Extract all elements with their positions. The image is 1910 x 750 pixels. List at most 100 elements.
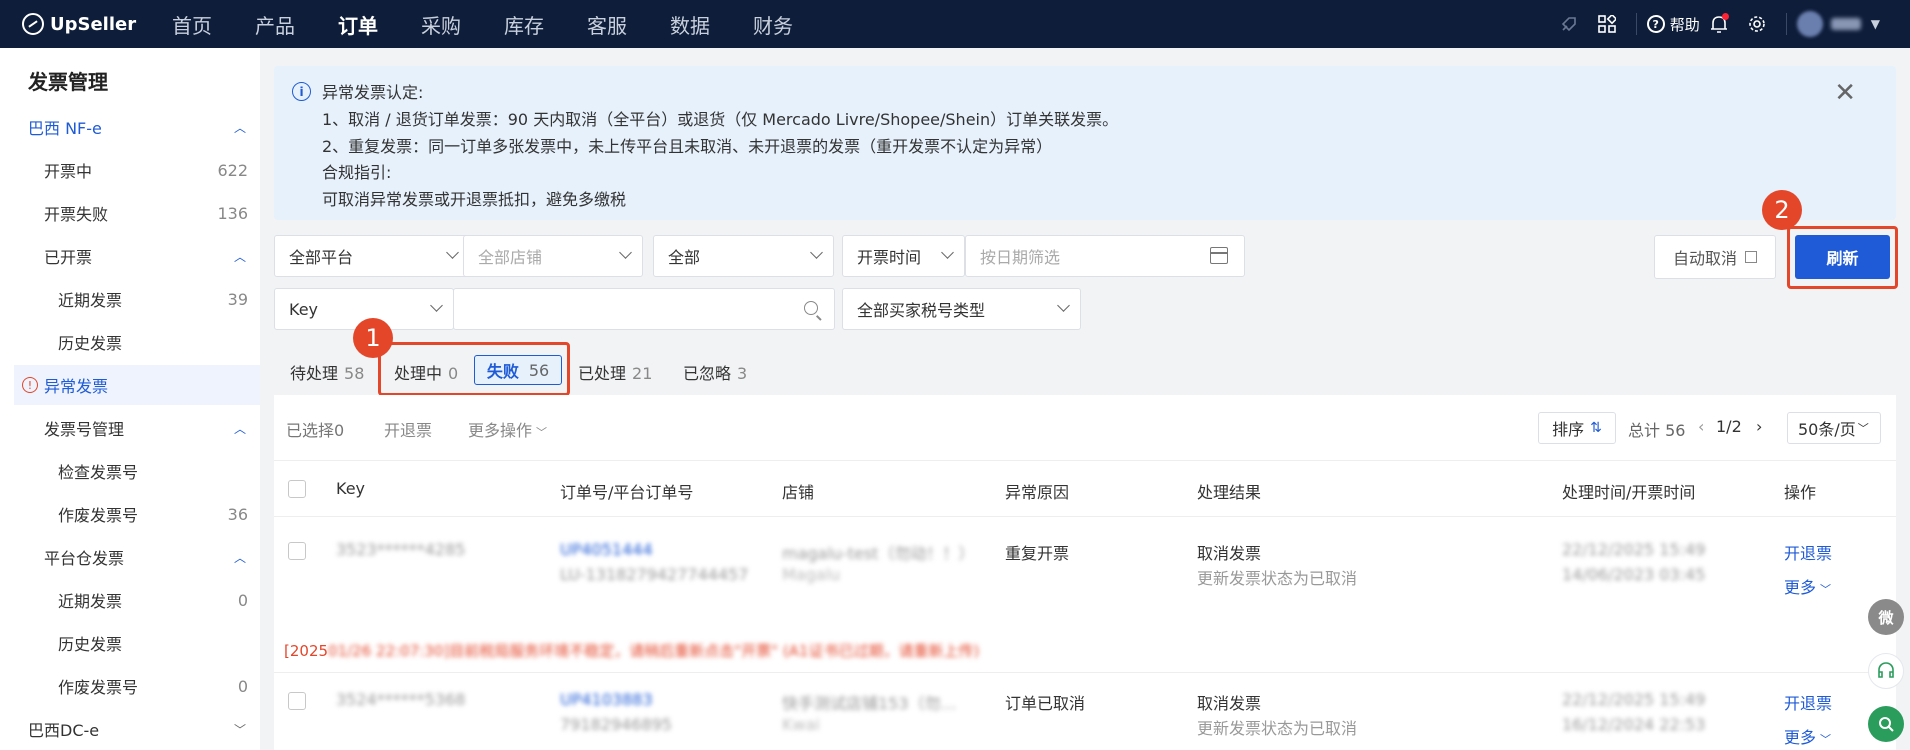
- status-select[interactable]: 全部: [653, 235, 834, 277]
- column-action: 操作: [1784, 483, 1817, 502]
- more-actions-dropdown[interactable]: 更多 ﹀: [1784, 724, 1831, 748]
- sidebar-item-invoice-failed[interactable]: 开票失败 136: [0, 193, 260, 233]
- cell-reason: 订单已取消: [1005, 694, 1086, 713]
- time-type-select[interactable]: 开票时间: [842, 235, 965, 277]
- tab-count: 58: [344, 364, 365, 383]
- prev-page-icon[interactable]: ‹: [1698, 417, 1704, 436]
- cell-store-platform: Kwai: [782, 715, 820, 734]
- sidebar-item-label: 近期发票: [58, 592, 123, 611]
- divider: [1785, 13, 1787, 35]
- chevron-down-icon: ﹀: [536, 426, 548, 439]
- search-float-icon[interactable]: [1868, 706, 1904, 742]
- highlight-box-1: [378, 342, 570, 396]
- error-prefix: [2025: [284, 642, 329, 660]
- refund-invoice-link[interactable]: 开退票: [1784, 690, 1832, 714]
- table-header: Key 订单号/平台订单号 店铺 异常原因 处理结果 处理时间/开票时间 操作: [274, 461, 1896, 517]
- sidebar-item-invoicing[interactable]: 开票中 622: [0, 150, 260, 190]
- nav-home[interactable]: 首页: [172, 10, 212, 39]
- external-link-icon: [1745, 251, 1757, 263]
- sidebar-item-abnormal-invoices[interactable]: ! 异常发票: [14, 365, 260, 405]
- chevron-down-icon: ﹀: [1820, 733, 1832, 746]
- sidebar-item-check-invoice-number[interactable]: 检查发票号: [0, 451, 260, 491]
- wechat-float-button[interactable]: 微: [1868, 599, 1904, 635]
- column-time: 处理时间/开票时间: [1562, 483, 1696, 502]
- row-checkbox[interactable]: [288, 692, 306, 710]
- chevron-down-icon: [446, 246, 459, 259]
- help-button[interactable]: ? 帮助: [1646, 14, 1700, 35]
- rocket-icon[interactable]: [1558, 13, 1580, 35]
- sidebar-item-recent-invoices[interactable]: 近期发票 39: [0, 279, 260, 319]
- gear-icon[interactable]: [1746, 13, 1768, 35]
- column-order: 订单号/平台订单号: [560, 483, 694, 502]
- buyer-tax-type-select[interactable]: 全部买家税号类型: [842, 288, 1081, 330]
- nav-data[interactable]: 数据: [670, 10, 710, 39]
- platform-select[interactable]: 全部平台: [274, 235, 470, 277]
- upseller-logo[interactable]: UpSeller: [22, 13, 172, 35]
- info-icon: i: [292, 82, 311, 101]
- auto-cancel-button[interactable]: 自动取消: [1654, 235, 1776, 279]
- column-key: Key: [336, 479, 366, 498]
- chevron-up-icon: ︿: [233, 550, 246, 565]
- info-alert: i 异常发票认定: 1、取消 / 退货订单发票：90 天内取消（全平台）或退货（…: [274, 66, 1896, 220]
- sidebar-item-label: 已开票: [44, 248, 93, 267]
- more-actions-dropdown[interactable]: 更多 ﹀: [1784, 574, 1831, 598]
- close-icon[interactable]: ✕: [1834, 78, 1856, 108]
- nav-service[interactable]: 客服: [587, 10, 627, 39]
- sidebar-item-label: 开票中: [44, 162, 93, 181]
- cell-key: 3523******4285: [336, 540, 466, 559]
- help-label: 帮助: [1669, 15, 1700, 34]
- search-icon[interactable]: [804, 301, 818, 315]
- alert-line: 异常发票认定:: [322, 83, 424, 102]
- page-size-select[interactable]: 50条/页 ﹀: [1787, 412, 1881, 444]
- refund-invoice-button[interactable]: 开退票: [384, 417, 432, 441]
- sidebar-group-dce[interactable]: 巴西DC-e ﹀: [0, 709, 260, 749]
- nav-inventory[interactable]: 库存: [504, 10, 544, 39]
- sidebar-item-pw-recent-invoices[interactable]: 近期发票 0: [0, 580, 260, 620]
- store-select[interactable]: 全部店铺: [463, 235, 643, 277]
- cell-order-link[interactable]: UP4051444: [560, 540, 653, 559]
- sidebar-group-invoiced[interactable]: 已开票 ︿: [0, 236, 260, 276]
- apps-grid-icon[interactable]: [1596, 13, 1618, 35]
- row-checkbox[interactable]: [288, 542, 306, 560]
- next-page-icon[interactable]: ›: [1756, 417, 1762, 436]
- tab-label: 已忽略: [683, 364, 732, 383]
- headset-icon[interactable]: [1868, 653, 1904, 689]
- sidebar-item-history-invoices[interactable]: 历史发票: [0, 322, 260, 362]
- sidebar-group-nfe[interactable]: 巴西 NF-e ︿: [0, 107, 260, 147]
- sidebar-item-label: 作废发票号: [58, 678, 139, 697]
- sidebar-group-invoice-number[interactable]: 发票号管理 ︿: [0, 408, 260, 448]
- nav-purchase[interactable]: 采购: [421, 10, 461, 39]
- more-operations-dropdown[interactable]: 更多操作 ﹀: [468, 417, 547, 441]
- logo-icon: [22, 13, 44, 35]
- cell-order-link[interactable]: UP4103883: [560, 690, 653, 709]
- sort-button[interactable]: 排序 ⇅: [1538, 412, 1616, 444]
- sidebar-item-void-invoice-number[interactable]: 作废发票号 36: [0, 494, 260, 534]
- tab-ignored[interactable]: 已忽略 3: [683, 360, 747, 384]
- page-size-value: 50条/页: [1798, 420, 1856, 439]
- tab-processed[interactable]: 已处理 21: [578, 360, 652, 384]
- cell-result-detail: 更新发票状态为已取消: [1197, 719, 1358, 738]
- alert-line: 合规指引:: [322, 163, 392, 182]
- nav-products[interactable]: 产品: [255, 10, 295, 39]
- tab-pending[interactable]: 待处理 58: [290, 360, 364, 384]
- date-filter-input[interactable]: 按日期筛选: [965, 235, 1245, 277]
- tab-count: 21: [632, 364, 653, 383]
- search-input[interactable]: [453, 288, 835, 330]
- chevron-up-icon: ︿: [233, 120, 246, 135]
- page-indicator: 1/2: [1716, 417, 1742, 436]
- select-all-checkbox[interactable]: [288, 480, 306, 498]
- sidebar-item-pw-history-invoices[interactable]: 历史发票: [0, 623, 260, 663]
- sidebar-group-platform-warehouse[interactable]: 平台仓发票 ︿: [0, 537, 260, 577]
- user-menu[interactable]: ▼: [1796, 11, 1880, 37]
- bell-icon[interactable]: [1708, 13, 1730, 35]
- nav-orders[interactable]: 订单: [338, 10, 378, 39]
- refund-invoice-link[interactable]: 开退票: [1784, 540, 1832, 564]
- auto-cancel-label: 自动取消: [1672, 249, 1737, 268]
- chevron-down-icon: ﹀: [1857, 422, 1869, 435]
- total-count: 总计 56: [1628, 421, 1686, 440]
- tab-label: 待处理: [290, 364, 339, 383]
- warning-icon: !: [22, 377, 38, 393]
- sidebar-item-pw-void-invoice-number[interactable]: 作废发票号 0: [0, 666, 260, 706]
- sidebar-item-count: 36: [227, 504, 248, 524]
- nav-finance[interactable]: 财务: [753, 10, 793, 39]
